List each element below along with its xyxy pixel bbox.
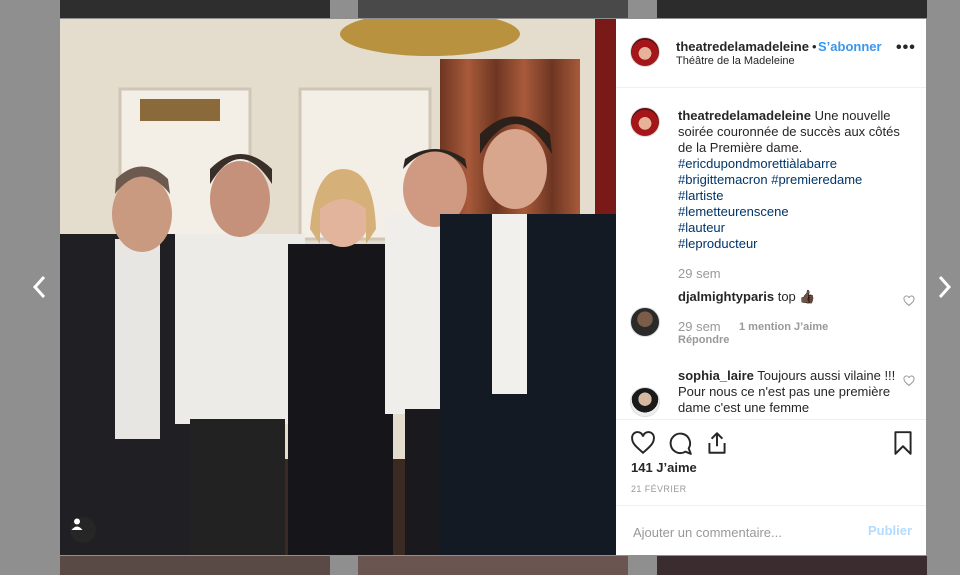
reply-button[interactable]: Répondre — [678, 334, 729, 346]
header-username[interactable]: theatredelamadeleine — [676, 39, 814, 54]
comment-username[interactable]: sophia_laire — [678, 368, 754, 383]
likes-count[interactable]: 141 J’aime — [631, 460, 697, 475]
caption-username[interactable]: theatredelamadeleine — [678, 108, 811, 123]
bookmark-icon[interactable] — [890, 430, 916, 456]
hashtag-link[interactable]: #lartiste — [678, 188, 914, 204]
background-thumbnail — [657, 556, 927, 575]
comment: sophia_laire Toujours aussi vilaine !!! … — [678, 368, 898, 416]
comment-likes[interactable]: 1 mention J’aime — [739, 321, 828, 333]
comment-text: top 👍🏿 — [777, 289, 816, 304]
post-caption: theatredelamadeleine Une nouvelle soirée… — [678, 108, 914, 252]
heart-icon[interactable] — [903, 295, 915, 307]
heart-icon[interactable] — [630, 430, 656, 456]
comment-input[interactable] — [631, 521, 855, 543]
background-thumbnail — [358, 0, 628, 18]
avatar[interactable] — [630, 307, 660, 337]
comment-timestamp[interactable]: 29 sem — [678, 319, 721, 334]
comment-username[interactable]: djalmightyparis — [678, 289, 774, 304]
comment-icon[interactable] — [667, 430, 693, 456]
comments-list[interactable]: theatredelamadeleine Une nouvelle soirée… — [616, 88, 926, 418]
post-date: 21 FÉVRIER — [631, 484, 687, 494]
background-thumbnail — [657, 0, 927, 18]
post-actions: 141 J’aime 21 FÉVRIER — [616, 419, 926, 510]
chevron-left-icon[interactable] — [28, 272, 52, 302]
background-thumbnail — [60, 0, 330, 18]
caption-timestamp[interactable]: 29 sem — [678, 266, 721, 281]
user-tag-icon[interactable] — [70, 517, 96, 543]
add-comment-bar: Publier — [616, 505, 926, 556]
hashtag-link[interactable]: #ericdupondmorettiàlabarre — [678, 156, 914, 172]
separator-dot: • — [812, 39, 817, 54]
post-header: theatredelamadeleine • S’abonner Théâtre… — [616, 19, 926, 88]
location-link[interactable]: Théâtre de la Madeleine — [676, 55, 795, 67]
heart-icon[interactable] — [903, 375, 915, 387]
follow-button[interactable]: S’abonner — [818, 39, 882, 54]
hashtag-link[interactable]: #lemetteurenscene — [678, 204, 914, 220]
hashtag-link[interactable]: #lauteur — [678, 220, 914, 236]
avatar[interactable] — [630, 37, 660, 67]
avatar[interactable] — [630, 107, 660, 137]
hashtag-link[interactable]: #brigittemacron #premieredame — [678, 172, 914, 188]
post-sidebar: theatredelamadeleine • S’abonner Théâtre… — [616, 19, 926, 555]
background-thumbnail — [60, 556, 330, 575]
hashtag-link[interactable]: #leproducteur — [678, 236, 914, 252]
background-thumbnail — [358, 556, 628, 575]
more-options-icon[interactable]: ••• — [896, 39, 916, 57]
avatar[interactable] — [630, 387, 660, 417]
post-modal: theatredelamadeleine • S’abonner Théâtre… — [60, 19, 926, 555]
post-photo[interactable] — [60, 19, 616, 555]
share-icon[interactable] — [704, 430, 730, 456]
comment: djalmightyparis top 👍🏿 — [678, 289, 898, 305]
publish-button[interactable]: Publier — [868, 523, 912, 538]
chevron-right-icon[interactable] — [932, 272, 956, 302]
